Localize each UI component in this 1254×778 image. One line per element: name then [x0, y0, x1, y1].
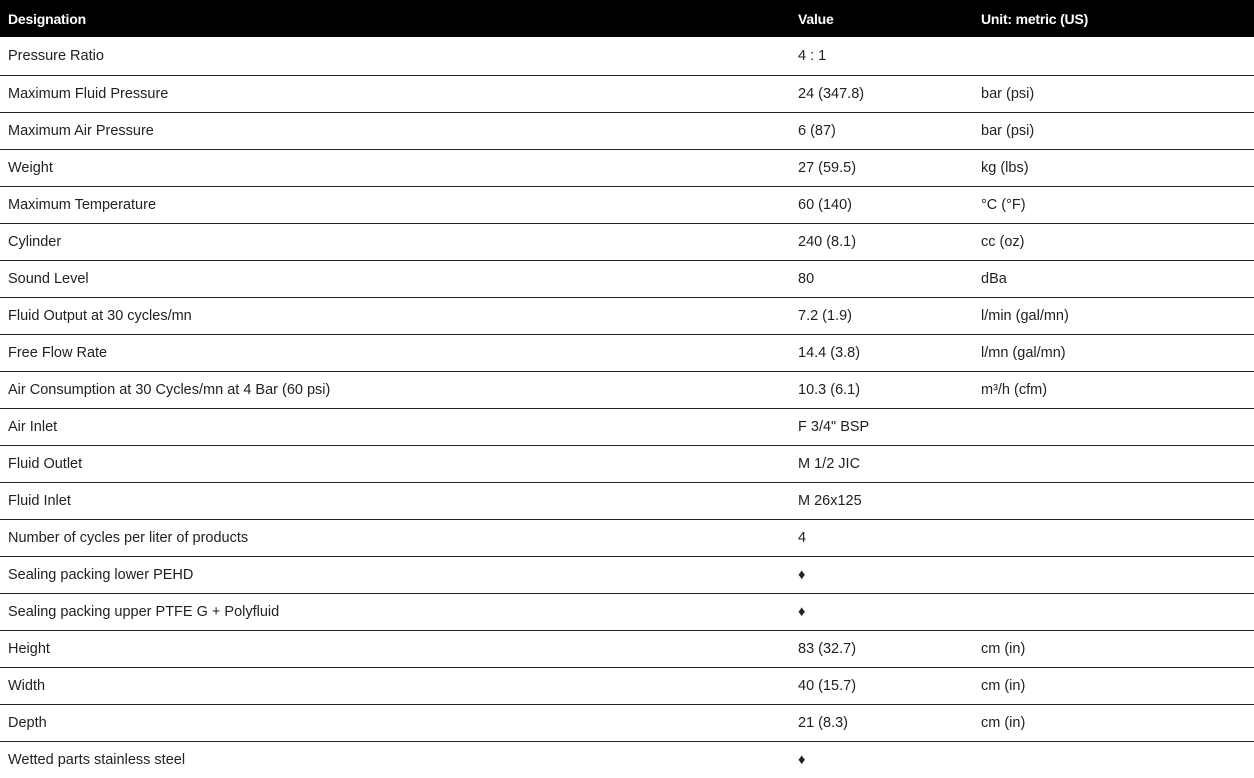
table-row: Maximum Fluid Pressure 24 (347.8) bar (psi…: [0, 75, 1254, 113]
table-row: Depth 21 (8.3) cm (in): [0, 704, 1254, 742]
cell-value: 10.3 (6.1): [790, 371, 973, 409]
cell-designation: Pressure Ratio: [0, 37, 790, 76]
cell-unit: cc (oz): [973, 223, 1254, 261]
cell-designation: Sound Level: [0, 260, 790, 298]
table-row: Number of cycles per liter of products 4: [0, 519, 1254, 557]
cell-value: 60 (140): [790, 186, 973, 224]
cell-designation: Wetted parts stainless steel: [0, 741, 790, 778]
cell-designation: Maximum Air Pressure: [0, 112, 790, 150]
cell-unit: cm (in): [973, 667, 1254, 705]
spec-table-body: Pressure Ratio 4 : 1 Maximum Fluid Pressur…: [0, 37, 1254, 778]
cell-unit: [973, 445, 1254, 483]
table-row: Free Flow Rate 14.4 (3.8) l/mn (gal/mn): [0, 334, 1254, 372]
cell-value: M 26x125: [790, 482, 973, 520]
cell-designation: Air Consumption at 30 Cycles/mn at 4 Bar…: [0, 371, 790, 409]
cell-value: 4 : 1: [790, 37, 973, 76]
cell-designation: Number of cycles per liter of products: [0, 519, 790, 557]
cell-unit: m³/h (cfm): [973, 371, 1254, 409]
cell-unit: bar (psi): [973, 112, 1254, 150]
cell-designation: Air Inlet: [0, 408, 790, 446]
table-row: Sealing packing upper PTFE G + Polyfluid…: [0, 593, 1254, 631]
cell-unit: cm (in): [973, 704, 1254, 742]
cell-value: 80: [790, 260, 973, 298]
table-row: Width 40 (15.7) cm (in): [0, 667, 1254, 705]
cell-unit: dBa: [973, 260, 1254, 298]
table-row: Maximum Air Pressure 6 (87) bar (psi): [0, 112, 1254, 150]
cell-value: M 1/2 JIC: [790, 445, 973, 483]
header-designation: Designation: [0, 0, 790, 37]
cell-unit: [973, 519, 1254, 557]
cell-designation: Sealing packing lower PEHD: [0, 556, 790, 594]
cell-value: 21 (8.3): [790, 704, 973, 742]
cell-value: 4: [790, 519, 973, 557]
cell-unit: bar (psi): [973, 75, 1254, 113]
cell-unit: [973, 741, 1254, 778]
spec-table-header: Designation Value Unit: metric (US): [0, 0, 1254, 37]
cell-unit: cm (in): [973, 630, 1254, 668]
cell-unit: [973, 556, 1254, 594]
cell-designation: Maximum Fluid Pressure: [0, 75, 790, 113]
table-row: Fluid Outlet M 1/2 JIC: [0, 445, 1254, 483]
table-row: Pressure Ratio 4 : 1: [0, 37, 1254, 76]
table-row: Air Inlet F 3/4" BSP: [0, 408, 1254, 446]
cell-value: 40 (15.7): [790, 667, 973, 705]
cell-unit: [973, 593, 1254, 631]
header-value: Value: [790, 0, 973, 37]
header-unit: Unit: metric (US): [973, 0, 1254, 37]
cell-unit: [973, 37, 1254, 76]
cell-value: F 3/4" BSP: [790, 408, 973, 446]
table-row: Sound Level 80 dBa: [0, 260, 1254, 298]
cell-designation: Width: [0, 667, 790, 705]
cell-designation: Maximum Temperature: [0, 186, 790, 224]
header-row: Designation Value Unit: metric (US): [0, 0, 1254, 37]
table-row: Air Consumption at 30 Cycles/mn at 4 Bar…: [0, 371, 1254, 409]
cell-designation: Sealing packing upper PTFE G + Polyfluid: [0, 593, 790, 631]
table-row: Fluid Output at 30 cycles/mn 7.2 (1.9) l/m…: [0, 297, 1254, 335]
cell-value: 83 (32.7): [790, 630, 973, 668]
cell-value: 240 (8.1): [790, 223, 973, 261]
cell-designation: Depth: [0, 704, 790, 742]
cell-unit: °C (°F): [973, 186, 1254, 224]
cell-value: 24 (347.8): [790, 75, 973, 113]
cell-value-check-icon: ♦: [790, 741, 973, 778]
table-row: Wetted parts stainless steel ♦: [0, 741, 1254, 778]
table-row: Maximum Temperature 60 (140) °C (°F): [0, 186, 1254, 224]
cell-value-check-icon: ♦: [790, 593, 973, 631]
cell-value: 27 (59.5): [790, 149, 973, 187]
table-row: Cylinder 240 (8.1) cc (oz): [0, 223, 1254, 261]
cell-unit: [973, 408, 1254, 446]
cell-designation: Fluid Inlet: [0, 482, 790, 520]
cell-unit: l/min (gal/mn): [973, 297, 1254, 335]
cell-designation: Free Flow Rate: [0, 334, 790, 372]
cell-unit: l/mn (gal/mn): [973, 334, 1254, 372]
table-row: Fluid Inlet M 26x125: [0, 482, 1254, 520]
spec-table: Designation Value Unit: metric (US) Pres…: [0, 0, 1254, 778]
cell-designation: Cylinder: [0, 223, 790, 261]
cell-value: 14.4 (3.8): [790, 334, 973, 372]
table-row: Weight 27 (59.5) kg (lbs): [0, 149, 1254, 187]
cell-designation: Fluid Outlet: [0, 445, 790, 483]
cell-value: 7.2 (1.9): [790, 297, 973, 335]
cell-designation: Height: [0, 630, 790, 668]
cell-unit: kg (lbs): [973, 149, 1254, 187]
table-row: Sealing packing lower PEHD ♦: [0, 556, 1254, 594]
table-row: Height 83 (32.7) cm (in): [0, 630, 1254, 668]
cell-value-check-icon: ♦: [790, 556, 973, 594]
cell-designation: Weight: [0, 149, 790, 187]
cell-value: 6 (87): [790, 112, 973, 150]
cell-unit: [973, 482, 1254, 520]
cell-designation: Fluid Output at 30 cycles/mn: [0, 297, 790, 335]
